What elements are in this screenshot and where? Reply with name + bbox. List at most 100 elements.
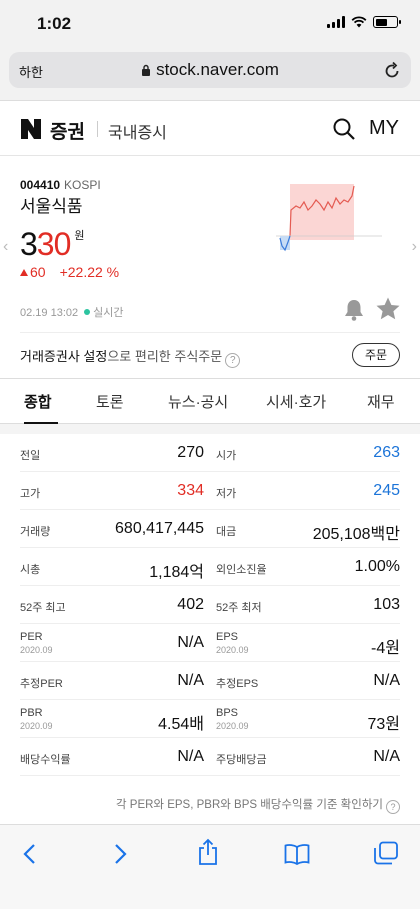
bell-icon[interactable] (343, 298, 365, 322)
key-figures-row: PER 2020.09 N/A EPS 2020.09 -4원 (20, 624, 400, 662)
left-metric-value: N/A (177, 672, 204, 689)
left-metric-name: 배당수익률 (20, 754, 71, 766)
tab-discussion[interactable]: 토론 (96, 391, 124, 412)
change-amount: 60 (30, 264, 46, 280)
signal-icon (327, 16, 345, 28)
right-metric-name: 저가 (216, 488, 237, 500)
my-button[interactable]: MY (369, 117, 399, 140)
help-icon[interactable]: ? (386, 800, 400, 814)
bookmarks-icon[interactable] (284, 843, 310, 865)
change-percent: +22.22 % (59, 264, 120, 280)
price-part-1: 3 (20, 226, 38, 262)
brand-title[interactable]: 증권 (50, 117, 85, 144)
intraday-mini-chart[interactable] (276, 180, 382, 256)
broker-setting-row: 거래증권사 설정으로 편리한 주식주문? 주문 (20, 332, 400, 374)
left-metric-name: 추정PER (20, 678, 63, 690)
left-metric-label: 거래량 (20, 523, 50, 539)
price-unit: 원 (74, 230, 85, 242)
share-icon[interactable] (197, 838, 219, 866)
url-field[interactable]: 하한 stock.naver.com (9, 52, 411, 88)
help-icon[interactable]: ? (225, 353, 241, 368)
lock-icon (142, 64, 151, 76)
key-figures-row: 시총 1,184억 외인소진율 1.00% (20, 548, 400, 586)
left-metric-name: 거래량 (20, 526, 51, 538)
right-metric-label: EPS 2020.09 (216, 631, 249, 655)
section-gap (0, 424, 420, 434)
price-part-2: 30 (36, 226, 72, 262)
right-metric-name: 주당배당금 (216, 754, 267, 766)
realtime-dot-icon (84, 309, 91, 315)
right-metric-value: N/A (373, 748, 400, 765)
tab-news[interactable]: 뉴스·공시 (168, 391, 228, 412)
broker-setting-link[interactable]: 거래증권사 설정 (20, 349, 107, 364)
reload-icon[interactable] (383, 60, 401, 80)
next-stock-arrow-icon[interactable]: › (412, 238, 417, 256)
site-header: 증권 국내증시 MY (0, 100, 420, 156)
timestamp: 02.19 13:02 (20, 307, 79, 319)
tabs-icon[interactable] (373, 841, 399, 865)
status-time: 1:02 (37, 14, 72, 33)
url-text-wrap: stock.naver.com (9, 60, 411, 80)
star-icon[interactable] (375, 296, 401, 322)
price-change: 60 +22.22 % (20, 264, 119, 280)
left-metric-label: 시총 (20, 561, 40, 577)
left-metric-label: 52주 최고 (20, 599, 66, 615)
left-metric-value: 334 (177, 482, 204, 499)
left-metric-value: 270 (177, 444, 204, 461)
key-figures-row: PBR 2020.09 4.54배 BPS 2020.09 73원 (20, 700, 400, 738)
key-figures-row: 배당수익률 N/A 주당배당금 N/A (20, 738, 400, 776)
right-metric-name: 대금 (216, 526, 237, 538)
order-button[interactable]: 주문 (352, 343, 400, 367)
right-metric-name: 외인소진율 (216, 564, 267, 576)
left-metric-name: PBR (20, 707, 43, 719)
right-metric-value: -4원 (371, 640, 400, 657)
right-metric-name: 시가 (216, 450, 237, 462)
left-metric-value: N/A (177, 748, 204, 765)
prev-stock-arrow-icon[interactable]: ‹ (3, 238, 8, 256)
per-eps-note[interactable]: 각 PER와 EPS, PBR와 BPS 배당수익률 기준 확인하기? (0, 796, 400, 814)
right-metric-value: 73원 (367, 716, 400, 733)
key-figures-row: 고가 334 저가 245 (20, 472, 400, 510)
left-metric-value: 402 (177, 596, 204, 613)
left-metric-period: 2020.09 (20, 645, 53, 655)
battery-icon (373, 16, 401, 28)
stock-summary: 004410 KOSPI 서울식품 ‹ 330 원 60 +22.22 % › 02.… (0, 156, 420, 376)
left-metric-value: 680,417,445 (115, 520, 204, 537)
per-eps-note-text[interactable]: 각 PER와 EPS, PBR와 BPS 배당수익률 기준 확인하기 (116, 799, 383, 811)
right-metric-label: 추정EPS (216, 675, 258, 691)
right-metric-period: 2020.09 (216, 645, 249, 655)
back-icon[interactable] (20, 842, 40, 866)
tab-summary[interactable]: 종합 (24, 391, 52, 412)
left-metric-name: 전일 (20, 450, 41, 462)
right-metric-name: 추정EPS (216, 678, 259, 690)
right-metric-name: EPS (216, 631, 239, 643)
right-metric-name: BPS (216, 707, 239, 719)
right-metric-value: 1.00% (354, 558, 400, 575)
timestamp-row: 02.19 13:02 실시간 (20, 304, 124, 320)
tab-financials[interactable]: 재무 (367, 391, 395, 412)
left-metric-label: 고가 (20, 485, 40, 501)
key-figures-table: 전일 270 시가 263 고가 334 저가 245 거래량 680,417,445 대금 205,… (0, 434, 420, 776)
tab-quotes[interactable]: 시세·호가 (266, 391, 326, 412)
browser-address-bar: 하한 stock.naver.com (0, 48, 420, 100)
right-metric-period: 2020.09 (216, 721, 249, 731)
left-metric-value: 4.54배 (158, 716, 204, 733)
up-triangle-icon (20, 269, 28, 276)
key-figures-row: 거래량 680,417,445 대금 205,108백만 (20, 510, 400, 548)
naver-logo-icon[interactable] (20, 118, 42, 140)
market-link[interactable]: 국내증시 (108, 119, 167, 143)
left-metric-label: PBR 2020.09 (20, 707, 53, 731)
broker-setting-desc: 으로 편리한 주식주문 (107, 349, 223, 364)
forward-icon[interactable] (110, 842, 130, 866)
left-metric-name: 52주 최고 (20, 602, 66, 614)
tab-bar: 종합 토론 뉴스·공시 시세·호가 재무 (0, 378, 420, 424)
right-metric-label: 52주 최저 (216, 599, 262, 615)
left-metric-name: PER (20, 631, 43, 643)
key-figures-row: 추정PER N/A 추정EPS N/A (20, 662, 400, 700)
broker-setting-text[interactable]: 거래증권사 설정으로 편리한 주식주문? (20, 346, 241, 368)
right-metric-value: 103 (373, 596, 400, 613)
right-metric-label: 주당배당금 (216, 751, 267, 767)
search-icon[interactable] (332, 117, 356, 141)
key-figures-row: 전일 270 시가 263 (20, 434, 400, 472)
url-text: stock.naver.com (156, 60, 279, 79)
